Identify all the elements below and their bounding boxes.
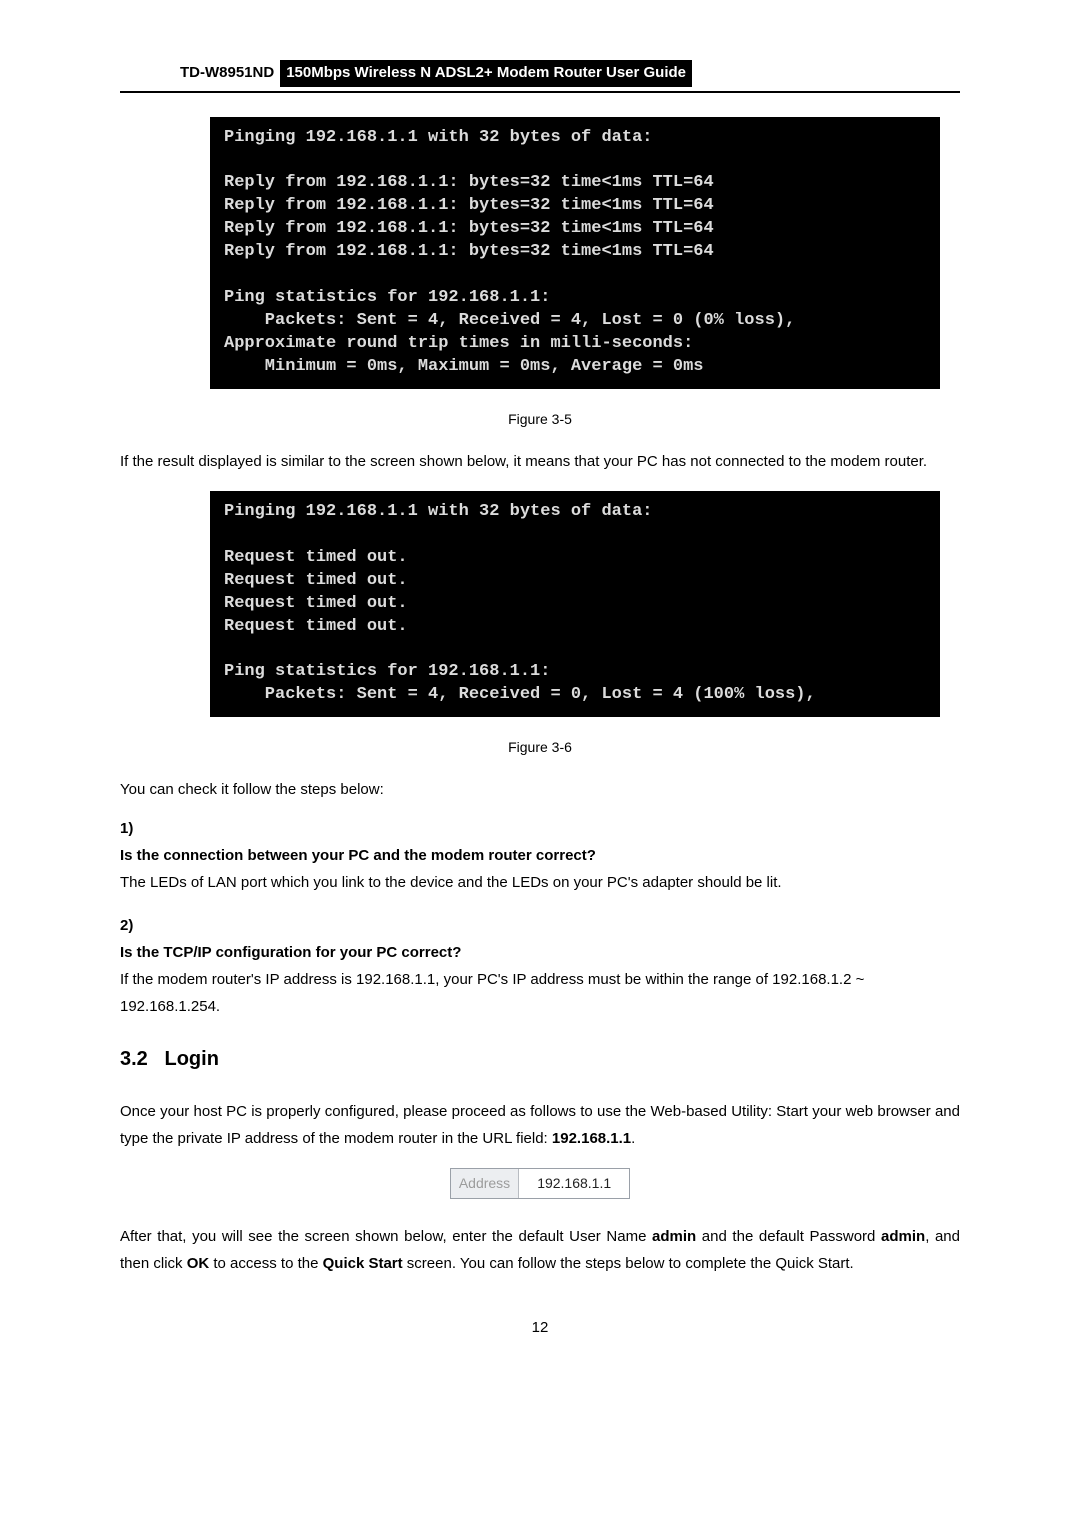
section-title: Login	[164, 1048, 218, 1070]
step-answer: If the modem router's IP address is 192.…	[120, 971, 864, 1015]
text-run: .	[631, 1130, 635, 1147]
address-bar: Address 192.168.1.1	[450, 1168, 630, 1199]
paragraph-login-intro: Once your host PC is properly configured…	[120, 1098, 960, 1152]
address-bar-label: Address	[451, 1169, 519, 1198]
step-question: Is the TCP/IP configuration for your PC …	[120, 944, 461, 961]
text-run: After that, you will see the screen show…	[120, 1228, 652, 1245]
step-number: 2)	[120, 912, 148, 939]
ip-address-bold: 192.168.1.1	[552, 1130, 631, 1147]
header-bar: TD-W8951ND150Mbps Wireless N ADSL2+ Mode…	[120, 60, 960, 93]
address-bar-figure: Address 192.168.1.1	[120, 1168, 960, 1199]
bold-quick-start: Quick Start	[323, 1255, 403, 1272]
header-model: TD-W8951ND	[180, 62, 280, 85]
section-heading-login: 3.2 Login	[120, 1044, 960, 1074]
paragraph-credentials: After that, you will see the screen show…	[120, 1223, 960, 1277]
text-run: and the default Password	[696, 1228, 881, 1245]
console-output-timeout: Pinging 192.168.1.1 with 32 bytes of dat…	[210, 491, 940, 717]
bold-admin: admin	[881, 1228, 925, 1245]
step-number: 1)	[120, 815, 148, 842]
figure-caption-3-6: Figure 3-6	[120, 737, 960, 758]
step-item: 2) Is the TCP/IP configuration for your …	[120, 912, 960, 1020]
step-answer: The LEDs of LAN port which you link to t…	[120, 874, 782, 891]
step-item: 1) Is the connection between your PC and…	[120, 815, 960, 896]
bold-ok: OK	[187, 1255, 210, 1272]
bold-admin: admin	[652, 1228, 696, 1245]
step-question: Is the connection between your PC and th…	[120, 847, 596, 864]
paragraph-check-steps: You can check it follow the steps below:	[120, 776, 960, 803]
text-run: Once your host PC is properly configured…	[120, 1103, 960, 1147]
text-run: screen. You can follow the steps below t…	[403, 1255, 854, 1272]
console-output-success: Pinging 192.168.1.1 with 32 bytes of dat…	[210, 117, 940, 389]
text-run: to access to the	[209, 1255, 322, 1272]
page-number: 12	[120, 1317, 960, 1340]
figure-caption-3-5: Figure 3-5	[120, 409, 960, 430]
troubleshoot-steps: 1) Is the connection between your PC and…	[120, 815, 960, 1020]
section-number: 3.2	[120, 1048, 148, 1070]
header-title: 150Mbps Wireless N ADSL2+ Modem Router U…	[280, 60, 692, 87]
paragraph-not-connected: If the result displayed is similar to th…	[120, 448, 960, 475]
address-bar-value: 192.168.1.1	[519, 1169, 629, 1198]
